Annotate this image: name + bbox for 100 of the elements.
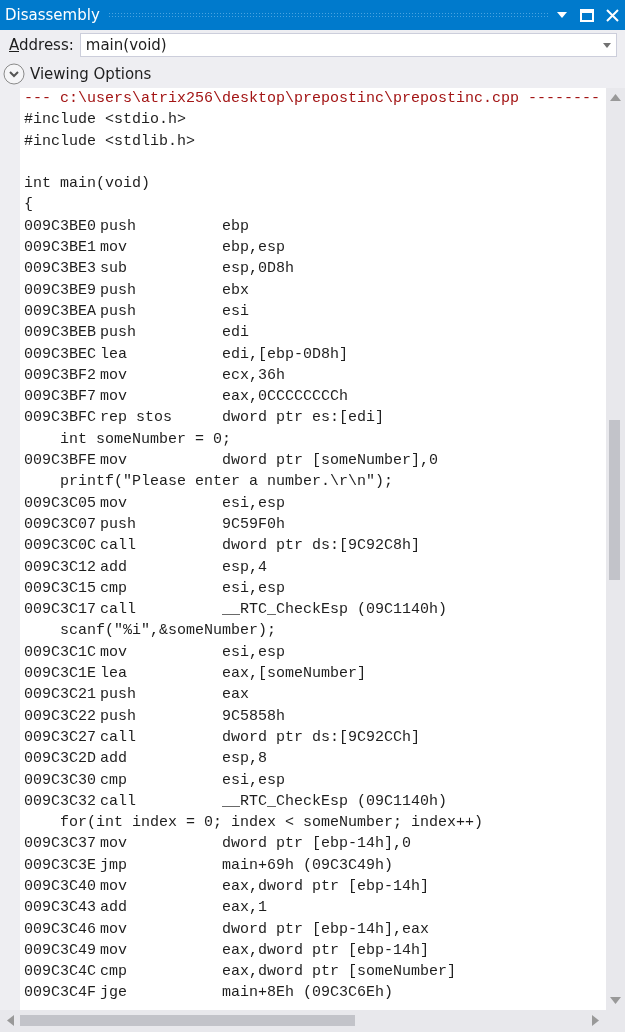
instruction-mnemonic: mov [100, 642, 128, 663]
instruction-operands: dword ptr [ebp-14h],eax [222, 919, 431, 940]
instruction-address: 009C3BF7 [24, 387, 97, 408]
instruction-mnemonic: mov [100, 940, 128, 961]
scroll-up-icon[interactable] [610, 94, 621, 101]
instruction-operands: esp,0D8h [222, 259, 295, 280]
scroll-thumb[interactable] [20, 1015, 355, 1026]
source-line: int main(void) [23, 174, 152, 195]
instruction-operands: dword ptr ds:[9C92C8h] [222, 536, 422, 557]
instruction-address: 009C3C37 [24, 834, 97, 855]
instruction-operands: eax,dword ptr [ebp-14h] [222, 940, 431, 961]
instruction-address: 009C3BE0 [24, 216, 97, 237]
instruction-address: 009C3C30 [24, 770, 97, 791]
instruction-address: 009C3C4C [24, 962, 97, 983]
instruction-operands: eax,1 [222, 898, 268, 919]
instruction-address: 009C3C40 [24, 877, 97, 897]
source-line: printf("Please enter a number.\r\n"); [59, 472, 395, 493]
instruction-mnemonic: push [100, 280, 137, 301]
instruction-address: 009C3C2D [24, 749, 97, 770]
instruction-mnemonic: push [100, 301, 137, 322]
instruction-address: 009C3C3E [24, 855, 97, 876]
instruction-operands: main+8Eh (09C3C6Eh) [222, 983, 395, 1004]
instruction-address: 009C3C15 [24, 578, 97, 599]
instruction-address: 009C3C1C [24, 642, 97, 663]
instruction-address: 009C3C17 [24, 600, 97, 621]
instruction-operands: eax,dword ptr [ebp-14h] [222, 877, 431, 897]
instruction-address: 009C3C4F [24, 983, 97, 1004]
source-line: int someNumber = 0; [59, 429, 233, 450]
instruction-operands: dword ptr es:[edi] [222, 408, 386, 429]
instruction-mnemonic: add [100, 557, 128, 578]
instruction-address: 009C3C07 [24, 514, 97, 535]
instruction-operands: dword ptr [ebp-14h],0 [222, 834, 413, 855]
source-line: for(int index = 0; index < someNumber; index++) [59, 813, 485, 834]
instruction-address: 009C3BFE [24, 451, 97, 472]
instruction-operands: 9C59F0h [222, 514, 286, 535]
instruction-mnemonic: push [100, 323, 137, 344]
instruction-mnemonic: sub [100, 259, 128, 280]
close-icon[interactable] [606, 8, 619, 22]
instruction-mnemonic: mov [100, 365, 128, 386]
address-field[interactable]: main(void) [79, 33, 617, 57]
instruction-address: 009C3C46 [24, 919, 97, 940]
source-line: scanf("%i",&someNumber); [59, 621, 278, 642]
scroll-right-icon[interactable] [592, 1015, 599, 1026]
instruction-mnemonic: rep stos [100, 408, 173, 429]
window-title: Disassembly [5, 6, 100, 24]
address-label: Address: [9, 36, 74, 54]
instruction-mnemonic: mov [100, 493, 128, 514]
instruction-mnemonic: add [100, 749, 128, 770]
instruction-operands: esi,esp [222, 770, 286, 791]
instruction-operands: eax,0CCCCCCCCh [222, 387, 350, 408]
instruction-operands: main+69h (09C3C49h) [222, 855, 395, 876]
instruction-mnemonic: mov [100, 834, 128, 855]
source-line: #include <stdlib.h> [23, 131, 197, 152]
instruction-operands: esi,esp [222, 493, 286, 514]
instruction-address: 009C3C12 [24, 557, 97, 578]
instruction-mnemonic: cmp [100, 962, 128, 983]
dropdown-icon[interactable] [556, 11, 568, 19]
instruction-address: 009C3BFC [24, 408, 97, 429]
instruction-operands: __RTC_CheckEsp (09C1140h) [222, 600, 449, 621]
instruction-mnemonic: mov [100, 238, 128, 259]
instruction-address: 009C3C21 [24, 685, 97, 706]
dropdown-icon[interactable] [603, 42, 611, 48]
instruction-address: 009C3BE1 [24, 238, 97, 259]
instruction-address: 009C3BEC [24, 344, 97, 365]
instruction-address: 009C3BEB [24, 323, 97, 344]
instruction-mnemonic: call [100, 536, 137, 557]
instruction-operands: esi,esp [222, 642, 286, 663]
instruction-mnemonic: jge [100, 983, 128, 1004]
instruction-address: 009C3C27 [24, 727, 97, 748]
source-line: { [23, 195, 34, 216]
instruction-operands: eax [222, 685, 250, 706]
source-line: #include <stdio.h> [23, 110, 188, 131]
instruction-mnemonic: cmp [100, 770, 128, 791]
instruction-operands: ebp [222, 216, 250, 237]
scroll-down-icon[interactable] [610, 997, 621, 1004]
instruction-operands: esp,4 [222, 557, 268, 578]
maximize-icon[interactable] [580, 8, 594, 22]
instruction-mnemonic: push [100, 216, 137, 237]
instruction-operands: ebx [222, 280, 250, 301]
instruction-address: 009C3C32 [24, 791, 97, 812]
instruction-operands: ecx,36h [222, 365, 286, 386]
instruction-mnemonic: call [100, 600, 137, 621]
instruction-address: 009C3C0C [24, 536, 97, 557]
instruction-operands: esi,esp [222, 578, 286, 599]
instruction-mnemonic: mov [100, 387, 128, 408]
instruction-mnemonic: mov [100, 451, 128, 472]
instruction-address: 009C3C49 [24, 940, 97, 961]
instruction-address: 009C3C1E [24, 664, 97, 684]
instruction-operands: edi [222, 323, 250, 344]
instruction-address: 009C3C43 [24, 898, 97, 919]
vertical-scrollbar[interactable] [606, 88, 625, 1010]
instruction-mnemonic: lea [100, 344, 128, 365]
instruction-mnemonic: push [100, 685, 137, 706]
scroll-thumb[interactable] [609, 420, 620, 580]
scroll-left-icon[interactable] [7, 1015, 14, 1026]
viewing-options-toggle[interactable]: Viewing Options [3, 62, 152, 85]
instruction-mnemonic: mov [100, 877, 128, 897]
instruction-address: 009C3BEA [24, 301, 97, 322]
instruction-mnemonic: cmp [100, 578, 128, 599]
instruction-address: 009C3BE9 [24, 280, 97, 301]
